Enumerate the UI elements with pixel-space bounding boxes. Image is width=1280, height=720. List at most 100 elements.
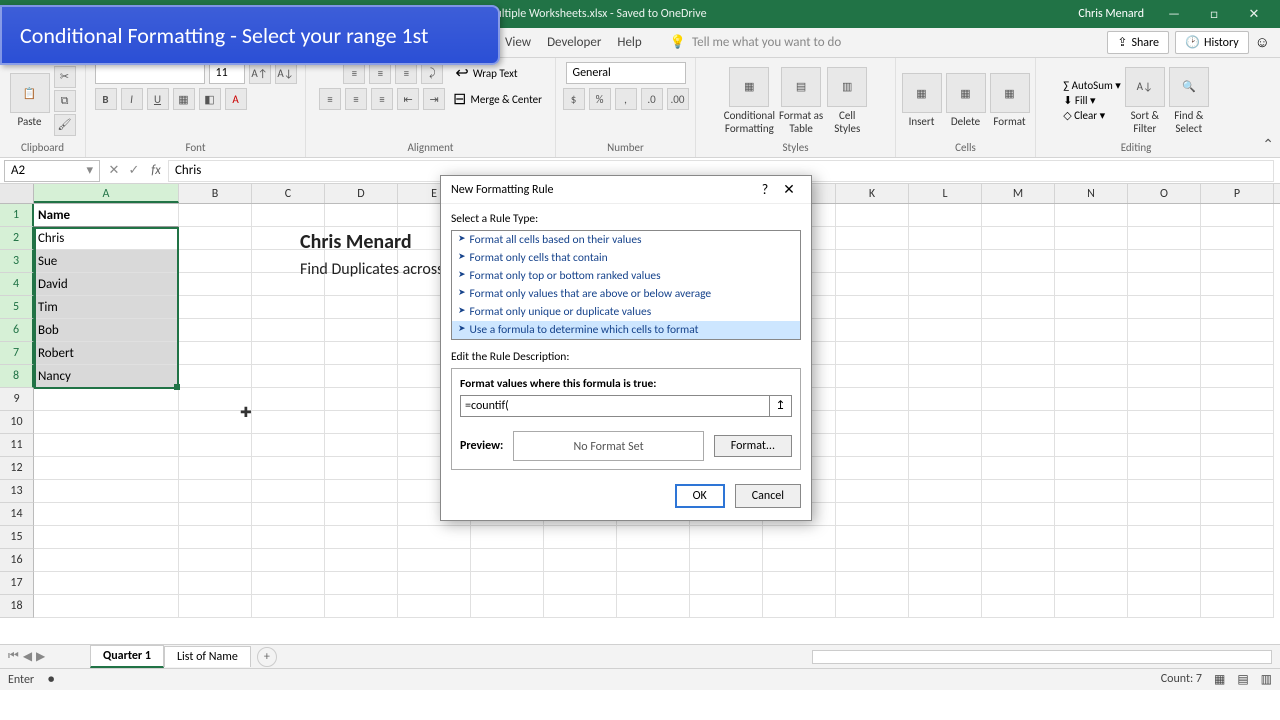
cell[interactable] — [1201, 572, 1274, 595]
sheet-tab-listofname[interactable]: List of Name — [164, 646, 251, 667]
cell[interactable] — [471, 526, 544, 549]
cut-icon[interactable]: ✂ — [54, 66, 76, 88]
cell[interactable] — [1055, 296, 1128, 319]
cell[interactable] — [763, 549, 836, 572]
cell[interactable] — [1128, 434, 1201, 457]
cell[interactable] — [325, 526, 398, 549]
cell[interactable] — [1055, 434, 1128, 457]
delete-button[interactable]: ▦Delete — [946, 73, 986, 128]
ok-button[interactable]: OK — [675, 484, 725, 508]
row-header[interactable]: 16 — [0, 549, 34, 572]
column-header[interactable]: D — [325, 184, 398, 203]
cell[interactable] — [1055, 319, 1128, 342]
cell[interactable] — [1055, 365, 1128, 388]
cell[interactable] — [909, 480, 982, 503]
cell[interactable] — [325, 365, 398, 388]
cell[interactable] — [1128, 319, 1201, 342]
format-button[interactable]: Format... — [714, 435, 792, 457]
cell[interactable] — [34, 572, 179, 595]
cell[interactable] — [1128, 273, 1201, 296]
fill-color-icon[interactable]: ◧ — [199, 88, 221, 110]
cell[interactable] — [1128, 227, 1201, 250]
column-header[interactable]: K — [836, 184, 909, 203]
cell[interactable] — [1201, 296, 1274, 319]
cell[interactable] — [909, 227, 982, 250]
align-center-icon[interactable]: ≡ — [345, 88, 367, 110]
cell[interactable] — [836, 549, 909, 572]
cell[interactable] — [982, 549, 1055, 572]
column-header[interactable]: O — [1128, 184, 1201, 203]
share-button[interactable]: ⇪ Share — [1107, 31, 1169, 54]
increase-decimal-icon[interactable]: .0 — [641, 88, 663, 110]
cell[interactable]: Nancy — [34, 365, 179, 388]
rule-formula-input[interactable] — [460, 395, 770, 417]
cell[interactable] — [179, 319, 252, 342]
cell[interactable] — [544, 526, 617, 549]
cell[interactable] — [982, 296, 1055, 319]
cell[interactable] — [252, 296, 325, 319]
row-header[interactable]: 17 — [0, 572, 34, 595]
cell[interactable] — [836, 503, 909, 526]
cell[interactable] — [982, 457, 1055, 480]
cell[interactable] — [325, 503, 398, 526]
cell[interactable] — [909, 365, 982, 388]
cell[interactable] — [836, 411, 909, 434]
column-header[interactable]: N — [1055, 184, 1128, 203]
cell[interactable] — [1055, 572, 1128, 595]
select-all-corner[interactable] — [0, 184, 34, 203]
align-right-icon[interactable]: ≡ — [371, 88, 393, 110]
row-header[interactable]: 5 — [0, 296, 34, 319]
cell[interactable] — [1128, 204, 1201, 227]
paste-button[interactable]: 📋 Paste — [10, 73, 50, 128]
cell[interactable] — [1201, 227, 1274, 250]
cell[interactable] — [325, 388, 398, 411]
cell[interactable] — [836, 319, 909, 342]
cell[interactable] — [836, 227, 909, 250]
cell[interactable] — [398, 595, 471, 618]
row-header[interactable]: 2 — [0, 227, 34, 250]
decrease-indent-icon[interactable]: ⇤ — [397, 88, 419, 110]
clear-button[interactable]: ◇ Clear ▾ — [1063, 109, 1121, 122]
cell[interactable] — [1201, 595, 1274, 618]
cell[interactable] — [1055, 227, 1128, 250]
rule-type-option[interactable]: Format all cells based on their values — [452, 231, 800, 249]
view-normal-icon[interactable]: ▦ — [1214, 672, 1225, 687]
cell[interactable] — [1201, 503, 1274, 526]
fill-button[interactable]: ⬇ Fill ▾ — [1063, 94, 1121, 107]
column-header[interactable]: A — [34, 184, 179, 203]
cell[interactable] — [763, 526, 836, 549]
cell[interactable] — [252, 411, 325, 434]
formula-enter-icon[interactable]: ✓ — [124, 163, 144, 178]
cell[interactable] — [909, 572, 982, 595]
cell[interactable] — [617, 572, 690, 595]
cell[interactable] — [1055, 388, 1128, 411]
cell[interactable] — [763, 595, 836, 618]
cell[interactable] — [179, 411, 252, 434]
cell[interactable] — [1128, 503, 1201, 526]
macro-record-icon[interactable]: ⏺ — [48, 673, 54, 687]
collapse-ribbon-icon[interactable]: ⌃ — [1262, 136, 1274, 153]
cell[interactable] — [909, 204, 982, 227]
cell[interactable] — [1128, 549, 1201, 572]
cell[interactable] — [325, 480, 398, 503]
decrease-font-icon[interactable]: A↓ — [275, 62, 297, 84]
cell[interactable] — [1128, 342, 1201, 365]
cell[interactable] — [1055, 250, 1128, 273]
window-close-icon[interactable]: ✕ — [1234, 7, 1274, 22]
cell[interactable] — [1128, 572, 1201, 595]
view-layout-icon[interactable]: ▤ — [1237, 672, 1248, 687]
cell[interactable] — [690, 572, 763, 595]
cell[interactable] — [252, 204, 325, 227]
cell[interactable] — [325, 457, 398, 480]
rule-type-list[interactable]: Format all cells based on their valuesFo… — [451, 230, 801, 340]
cell[interactable] — [836, 526, 909, 549]
cell[interactable] — [398, 526, 471, 549]
cell[interactable] — [252, 319, 325, 342]
cell[interactable] — [34, 549, 179, 572]
cell[interactable] — [1128, 526, 1201, 549]
rule-type-option[interactable]: Format only values that are above or bel… — [452, 285, 800, 303]
rule-type-option[interactable]: Format only cells that contain — [452, 249, 800, 267]
cell[interactable] — [252, 457, 325, 480]
cell[interactable]: David — [34, 273, 179, 296]
cell[interactable] — [836, 434, 909, 457]
